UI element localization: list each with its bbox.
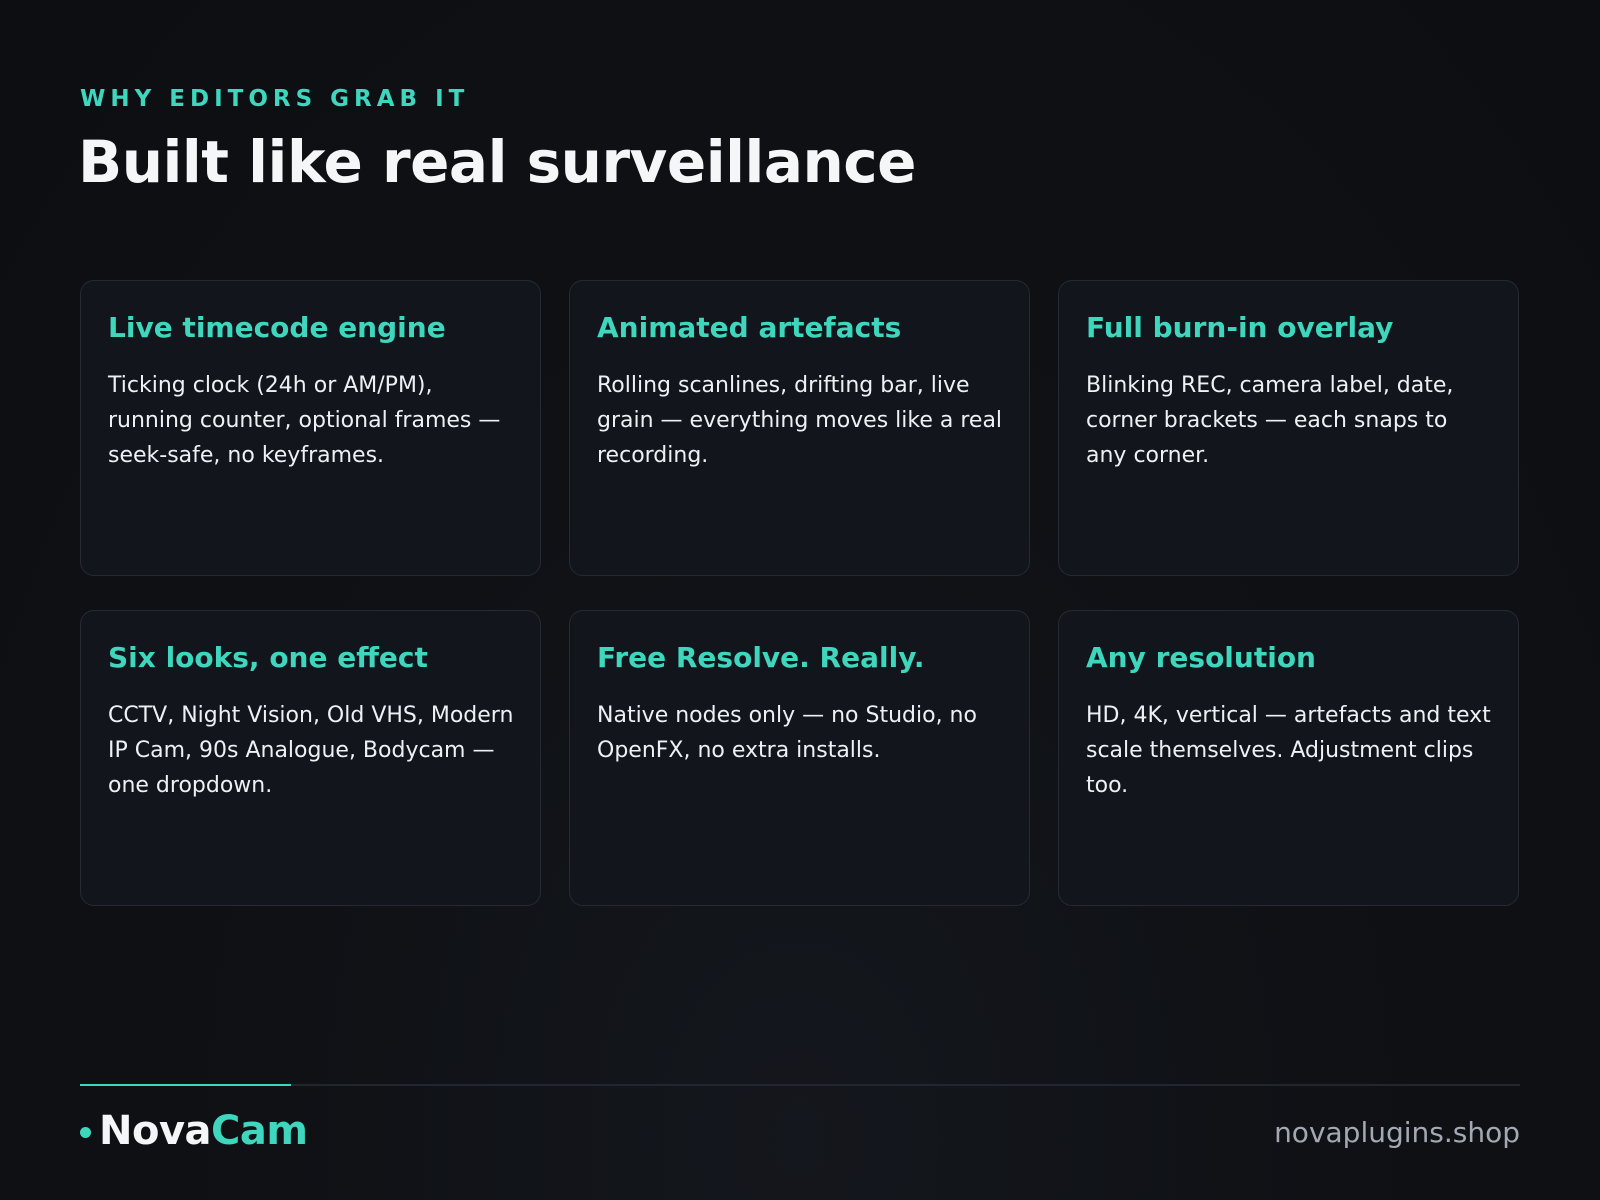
feature-title: Full burn-in overlay (1086, 311, 1394, 344)
feature-card: Six looks, one effect CCTV, Night Vision… (80, 610, 541, 906)
feature-title: Six looks, one effect (108, 641, 428, 674)
footer-divider-accent (80, 1084, 291, 1086)
feature-description: Ticking clock (24h or AM/PM), running co… (108, 373, 501, 468)
feature-card: Live timecode engine Ticking clock (24h … (80, 280, 541, 576)
feature-description: Rolling scanlines, drifting bar, live gr… (597, 373, 1003, 468)
site-url: novaplugins.shop (1274, 1116, 1520, 1149)
feature-title: Live timecode engine (108, 311, 446, 344)
feature-title: Free Resolve. Really. (597, 641, 925, 674)
feature-card: Animated artefacts Rolling scanlines, dr… (569, 280, 1030, 576)
brand-dot-icon (80, 1126, 91, 1138)
feature-description: Blinking REC, camera label, date, corner… (1086, 373, 1454, 468)
feature-title: Animated artefacts (597, 311, 902, 344)
page-title: Built like real surveillance (78, 128, 917, 196)
feature-description: Native nodes only — no Studio, no OpenFX… (597, 703, 977, 763)
brand-name-part1: Nova (99, 1108, 212, 1154)
feature-description: HD, 4K, vertical — artefacts and text sc… (1086, 703, 1491, 798)
feature-description: CCTV, Night Vision, Old VHS, Modern IP C… (108, 703, 514, 798)
brand-name: NovaCam (99, 1108, 308, 1154)
section-eyebrow: WHY EDITORS GRAB IT (80, 86, 470, 112)
feature-title: Any resolution (1086, 641, 1316, 674)
brand-logo: NovaCam (80, 1108, 308, 1154)
footer-divider (80, 1084, 1520, 1086)
feature-card: Free Resolve. Really. Native nodes only … (569, 610, 1030, 906)
brand-name-part2: Cam (211, 1108, 308, 1154)
feature-grid: Live timecode engine Ticking clock (24h … (80, 280, 1520, 906)
feature-card: Any resolution HD, 4K, vertical — artefa… (1058, 610, 1519, 906)
feature-card: Full burn-in overlay Blinking REC, camer… (1058, 280, 1519, 576)
